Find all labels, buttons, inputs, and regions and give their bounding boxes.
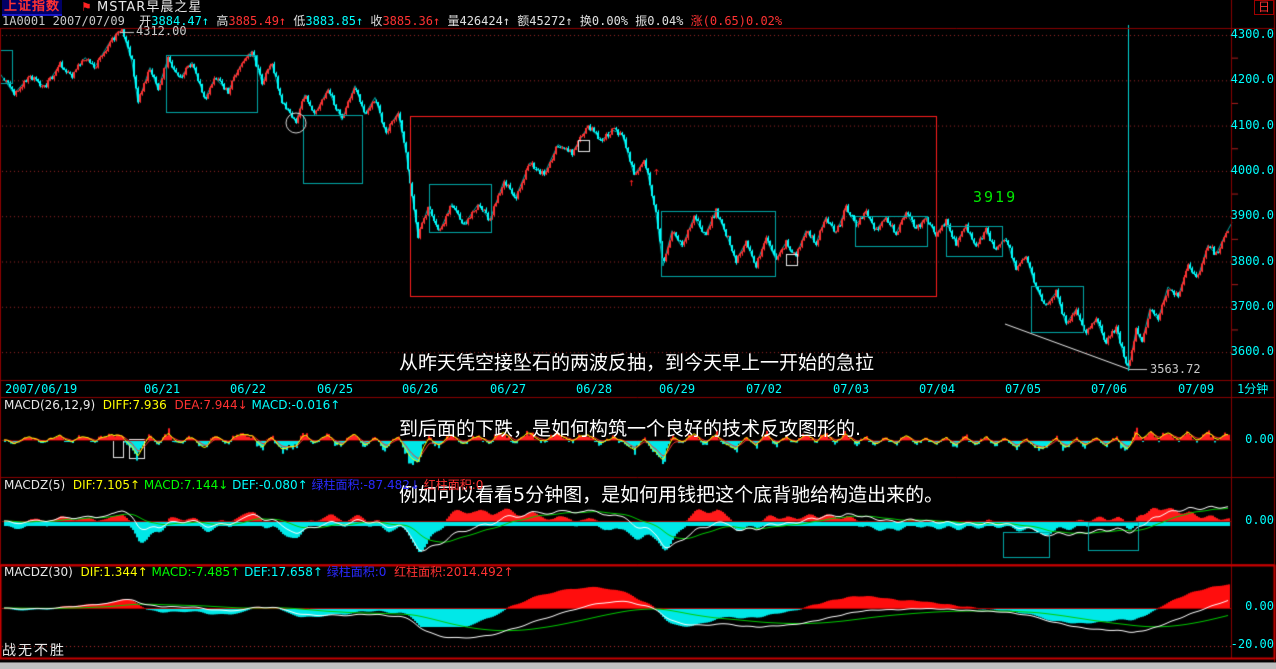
quote-field-label: 振 (635, 14, 647, 28)
quote-field-value: 426424↑ (459, 14, 517, 28)
indicator-axis-label: 0.00 (1230, 433, 1274, 446)
indicator-field: MACD(26,12,9) (4, 398, 103, 412)
indicator-header-MACDZ5: MACDZ(5) DIF:7.105↑ MACD:7.144↓ DEF:-0.0… (4, 479, 483, 492)
y-axis-label: 3700.0 (1230, 300, 1274, 313)
indicator-field: MACDZ(5) (4, 478, 73, 492)
quote-field-value: (0.65)0.02% (703, 14, 790, 28)
indicator-field: ↑ (313, 565, 327, 579)
y-axis-label: 3800.0 (1230, 255, 1274, 268)
x-axis-date: 07/05 (1005, 383, 1041, 396)
indicator-header-MACD: MACD(26,12,9) DIFF:7.936 DEA:7.944↓ MACD… (4, 399, 340, 412)
indicator-field: ↑ (330, 398, 340, 412)
quote-field-value: 0.04% (647, 14, 690, 28)
x-axis-date: 06/27 (490, 383, 526, 396)
annotation-line-1: 从昨天凭空接坠石的两波反抽，到今天早上一开始的急拉 (399, 352, 943, 374)
quote-field-value: 3885.49↑ (228, 14, 293, 28)
y-axis-label: 3900.0 (1230, 209, 1274, 222)
quote-field-value: 3885.36↑ (382, 14, 447, 28)
quote-field-value: 45272↑ (529, 14, 580, 28)
quote-row: 1A0001 2007/07/09 开3884.47↑ 高3885.49↑ 低3… (2, 15, 789, 28)
status-bar-text: 战无不胜 (2, 644, 66, 659)
indicator-field: DIFF:7.936 (103, 398, 175, 412)
quote-field-label: 高 (216, 14, 228, 28)
chart-title: MSTAR早晨之星 (97, 1, 202, 15)
indicator-field: ↑ (230, 565, 244, 579)
indicator-axis-label: 0.00 (1230, 600, 1274, 613)
indicator-field: ↑ (503, 565, 513, 579)
flag-icon: ⚑ (81, 1, 92, 14)
y-axis-label: 4200.0 (1230, 73, 1274, 86)
x-axis-date: 06/26 (402, 383, 438, 396)
x-axis-date: 2007/06/19 (5, 383, 77, 396)
indicator-field: ↓ (238, 398, 252, 412)
x-axis-date: 07/09 (1178, 383, 1214, 396)
x-axis-date: 06/29 (659, 383, 695, 396)
indicator-field: DEF:17.658 (244, 565, 313, 579)
x-axis-date: 07/04 (919, 383, 955, 396)
indicator-header-MACDZ30: MACDZ(30) DIF:1.344↑ MACD:-7.485↑ DEF:17… (4, 566, 513, 579)
indicator-field: DIF:1.344 (80, 565, 137, 579)
y-axis-label: 4000.0 (1230, 164, 1274, 177)
trading-terminal-window: 上证指数 ⚑ MSTAR早晨之星 日 4312.00 3563.72 3919 … (0, 0, 1276, 669)
indicator-field: MACD:-7.485 (151, 565, 230, 579)
indicator-field: 绿柱面积:-87.482 (312, 478, 410, 492)
indicator-field: DEA:7.944 (174, 398, 237, 412)
analysis-annotation: 从昨天凭空接坠石的两波反抽，到今天早上一开始的急拉 到后面的下跌，是如何构筑一个… (399, 308, 943, 550)
quote-field-label: 涨 (691, 14, 703, 28)
quote-field-label: 量 (447, 14, 459, 28)
x-axis-date: 07/02 (746, 383, 782, 396)
x-axis-date: 07/06 (1091, 383, 1127, 396)
quote-code-date: 1A0001 2007/07/09 (2, 14, 139, 28)
x-axis-date: 06/21 (144, 383, 180, 396)
quote-field-label: 低 (293, 14, 305, 28)
indicator-axis-label: -20.00 (1230, 638, 1274, 651)
low-price-label: 3563.72 (1150, 363, 1201, 376)
x-axis-date: 06/28 (576, 383, 612, 396)
quote-field-value: 0.00% (592, 14, 635, 28)
quote-field-label: 额 (517, 14, 529, 28)
indicator-field: 红柱面积:0 (424, 478, 484, 492)
indicator-field: MACD:7.144 (144, 478, 218, 492)
quote-field-label: 开 (139, 14, 151, 28)
indicator-field: 红柱面积:2014.492 (394, 565, 503, 579)
quote-field-value: 3883.85↑ (305, 14, 370, 28)
y-axis-label: 4300.0 (1230, 28, 1274, 41)
y-axis-label: 3600.0 (1230, 345, 1274, 358)
x-axis-date: 06/25 (317, 383, 353, 396)
quote-field-value: 3884.47↑ (151, 14, 216, 28)
indicator-field: ↑ (130, 478, 144, 492)
price-callout-3919: 3919 (973, 188, 1017, 206)
indicator-field: ↑ (298, 478, 312, 492)
quote-field-label: 换 (580, 14, 592, 28)
bottom-status-strip (0, 662, 1276, 669)
quote-field-label: 收 (370, 14, 382, 28)
x-axis-date: 07/03 (833, 383, 869, 396)
timeframe-label: 1分钟 (1237, 383, 1268, 396)
y-axis-label: 4100.0 (1230, 119, 1274, 132)
indicator-field: DEF:-0.080 (232, 478, 298, 492)
indicator-field: MACDZ(30) (4, 565, 80, 579)
indicator-field: DIF:7.105 (73, 478, 130, 492)
indicator-axis-label: 0.00 (1230, 514, 1274, 527)
x-axis-date: 06/22 (230, 383, 266, 396)
indicator-field: ↓ (218, 478, 232, 492)
indicator-field: 绿柱面积:0 (327, 565, 394, 579)
indicator-field: ↑ (138, 565, 152, 579)
indicator-field: MACD:-0.016 (252, 398, 331, 412)
period-selector-button[interactable]: 日 (1254, 0, 1274, 15)
indicator-field: ↓ (410, 478, 424, 492)
annotation-line-2: 到后面的下跌，是如何构筑一个良好的技术反攻图形的. (399, 418, 943, 440)
